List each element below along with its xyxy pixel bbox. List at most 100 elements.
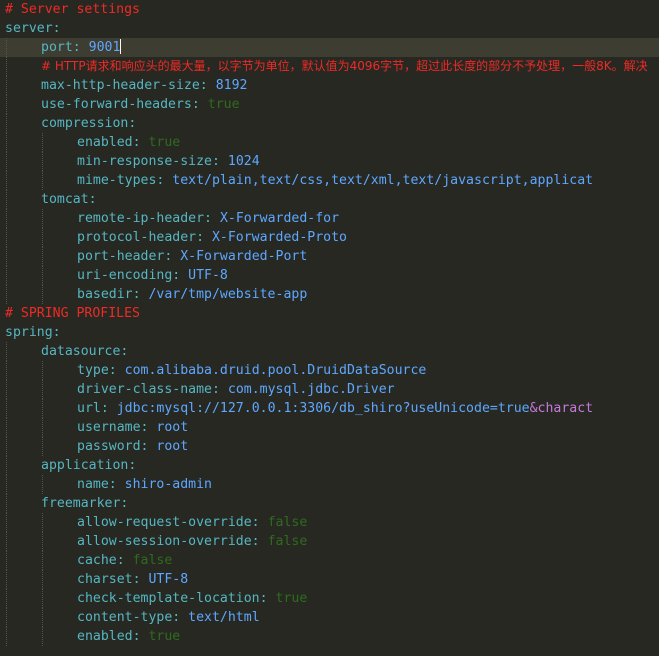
yaml-key: min-response-size [77, 154, 212, 169]
yaml-value: text/html [188, 610, 260, 625]
indent-guide [6, 247, 7, 266]
code-line[interactable]: port-header: X-Forwarded-Port [0, 247, 659, 266]
code-line[interactable]: enabled: true [0, 133, 659, 152]
yaml-colon: : [108, 363, 125, 378]
code-editor[interactable]: # Server settings server: port: 9001 # HTTP… [0, 0, 659, 656]
indent-guide [6, 38, 7, 57]
indent-guide [6, 513, 7, 532]
yaml-boolean-value: false [267, 534, 308, 549]
indent-guide [6, 494, 7, 513]
indent-guide [42, 627, 43, 646]
code-line[interactable]: # Server settings [0, 0, 659, 19]
yaml-key: mime-types [77, 173, 157, 188]
text-caret [120, 39, 122, 54]
indent-guide [6, 171, 7, 190]
yaml-key: allow-request-override [77, 515, 252, 530]
code-line[interactable]: content-type: text/html [0, 608, 659, 627]
yaml-colon: : [211, 154, 228, 169]
code-line[interactable]: compression: [0, 114, 659, 133]
yaml-key: protocol-header [77, 230, 197, 245]
indent-guide [42, 570, 43, 589]
indent-guide [6, 437, 7, 456]
code-line[interactable]: url: jdbc:mysql://127.0.0.1:3306/db_shir… [0, 399, 659, 418]
yaml-value: X-Forwarded-Port [180, 249, 308, 264]
code-line[interactable]: driver-class-name: com.mysql.jdbc.Driver [0, 380, 659, 399]
code-line[interactable]: charset: UTF-8 [0, 570, 659, 589]
yaml-key: password [77, 439, 141, 454]
code-line[interactable]: username: root [0, 418, 659, 437]
code-line[interactable]: datasource: [0, 342, 659, 361]
yaml-key: url [77, 401, 101, 416]
yaml-value: 1024 [227, 154, 260, 169]
yaml-colon: : [156, 173, 173, 188]
yaml-value: UTF-8 [188, 268, 228, 283]
indent-guide [42, 418, 43, 437]
yaml-key: allow-session-override [77, 534, 252, 549]
yaml-boolean-value: true [148, 629, 181, 644]
yaml-key: port-header [77, 249, 165, 264]
code-line[interactable]: uri-encoding: UTF-8 [0, 266, 659, 285]
indent-guide [6, 152, 7, 171]
code-line[interactable]: spring: [0, 323, 659, 342]
indent-guide [42, 551, 43, 570]
indent-guide [42, 228, 43, 247]
code-line[interactable]: mime-types: text/plain,text/css,text/xml… [0, 171, 659, 190]
indent-guide [42, 475, 43, 494]
yaml-value: shiro-admin [124, 477, 212, 492]
yaml-value: X-Forwarded-for [219, 211, 340, 226]
yaml-key: application [41, 458, 129, 473]
code-line[interactable]: allow-request-override: false [0, 513, 659, 532]
code-line[interactable]: check-template-location: true [0, 589, 659, 608]
yaml-colon: : [120, 496, 129, 511]
indent-guide [42, 399, 43, 418]
yaml-value: UTF-8 [148, 572, 189, 587]
yaml-key: enabled [77, 135, 133, 150]
code-line[interactable]: application: [0, 456, 659, 475]
code-line[interactable]: freemarker: [0, 494, 659, 513]
code-line[interactable]: use-forward-headers: true [0, 95, 659, 114]
yaml-key: cache [77, 553, 117, 568]
yaml-key: username [77, 420, 141, 435]
code-line-current[interactable]: port: 9001 [0, 38, 659, 57]
code-line[interactable]: protocol-header: X-Forwarded-Proto [0, 228, 659, 247]
code-line[interactable]: # SPRING PROFILES [0, 304, 659, 323]
yaml-colon: : [72, 40, 89, 55]
indent-guide [42, 247, 43, 266]
code-line[interactable]: basedir: /var/tmp/website-app [0, 285, 659, 304]
yaml-key: use-forward-headers [41, 97, 192, 112]
code-line[interactable]: server: [0, 19, 659, 38]
yaml-value: /var/tmp/website-app [148, 287, 308, 302]
indent-guide [6, 342, 7, 361]
indent-guide [42, 437, 43, 456]
code-line[interactable]: remote-ip-header: X-Forwarded-for [0, 209, 659, 228]
yaml-colon: : [132, 572, 149, 587]
code-line[interactable]: enabled: true [0, 627, 659, 646]
indent-guide [42, 171, 43, 190]
indent-guide [42, 133, 43, 152]
code-line[interactable]: allow-session-override: false [0, 532, 659, 551]
indent-guide [42, 285, 43, 304]
code-line[interactable]: min-response-size: 1024 [0, 152, 659, 171]
yaml-key: content-type [77, 610, 173, 625]
yaml-colon: : [116, 553, 133, 568]
code-line[interactable]: cache: false [0, 551, 659, 570]
indent-guide [6, 190, 7, 209]
code-line[interactable]: max-http-header-size: 8192 [0, 76, 659, 95]
yaml-colon: : [108, 477, 125, 492]
code-line[interactable]: password: root [0, 437, 659, 456]
yaml-value: 8192 [215, 78, 248, 93]
yaml-key: tomcat [41, 192, 89, 207]
code-line[interactable]: tomcat: [0, 190, 659, 209]
yaml-value: root [156, 439, 189, 454]
yaml-colon: : [191, 97, 208, 112]
code-line[interactable]: name: shiro-admin [0, 475, 659, 494]
indent-guide [6, 76, 7, 95]
yaml-key: uri-encoding [77, 268, 173, 283]
yaml-boolean-value: true [148, 135, 181, 150]
yaml-key: type [77, 363, 109, 378]
indent-guide [6, 361, 7, 380]
yaml-value: text/plain,text/css,text/xml,text/javasc… [172, 173, 594, 188]
code-line[interactable]: type: com.alibaba.druid.pool.DruidDataSo… [0, 361, 659, 380]
indent-guide [6, 570, 7, 589]
code-line[interactable]: # HTTP请求和响应头的最大量，以字节为单位，默认值为4096字节，超过此长度… [0, 57, 659, 76]
